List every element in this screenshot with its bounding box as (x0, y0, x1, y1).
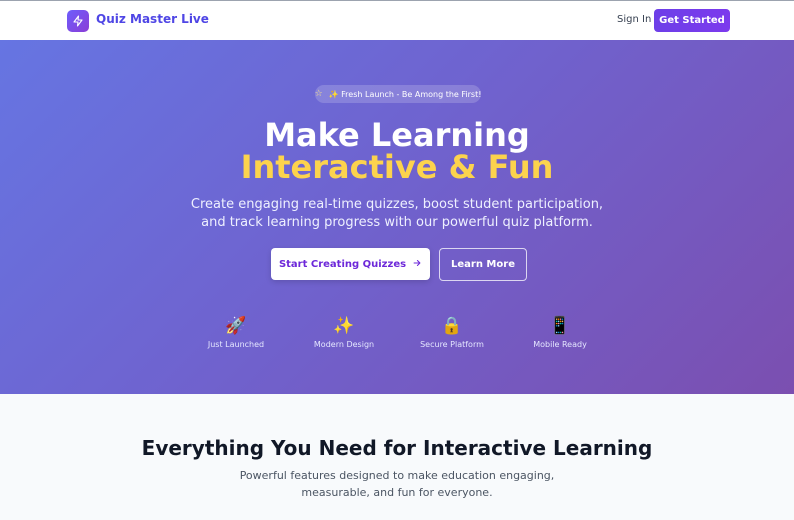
start-creating-quizzes-label: Start Creating Quizzes (278, 258, 407, 270)
sign-in-link[interactable]: Sign In (617, 14, 651, 25)
hero-section: ☆ ✨ Fresh Launch - Be Among the First! M… (0, 40, 794, 394)
hero-title-line2: Interactive & Fun (240, 148, 554, 186)
features-section-subtitle: Powerful features designed to make educa… (239, 469, 555, 499)
features-section-title: Everything You Need for Interactive Lear… (141, 436, 653, 460)
feature-modern-design: ✨ Modern Design (294, 316, 394, 349)
get-started-button[interactable]: Get Started (654, 9, 730, 32)
start-creating-quizzes-button[interactable]: Start Creating Quizzes (271, 248, 430, 280)
mobile-phone-icon: 📱 (549, 316, 571, 336)
feature-just-launched: 🚀 Just Launched (186, 316, 286, 349)
sparkles-icon: ✨ (333, 316, 355, 336)
arrow-right-icon (412, 258, 422, 271)
launch-badge-text: ✨ Fresh Launch - Be Among the First! (328, 89, 482, 99)
feature-mobile-ready: 📱 Mobile Ready (510, 316, 610, 349)
feature-secure-platform: 🔒 Secure Platform (402, 316, 502, 349)
feature-label: Mobile Ready (533, 340, 587, 349)
learn-more-button[interactable]: Learn More (439, 248, 527, 281)
brand-name[interactable]: Quiz Master Live (96, 12, 209, 26)
feature-label: Modern Design (313, 340, 375, 349)
hero-subtitle: Create engaging real-time quizzes, boost… (190, 197, 604, 230)
feature-label: Secure Platform (420, 340, 484, 349)
feature-label: Just Launched (207, 340, 265, 349)
launch-badge: ☆ ✨ Fresh Launch - Be Among the First! (315, 85, 481, 103)
lightning-bolt-icon[interactable] (67, 10, 89, 32)
top-navbar: Quiz Master Live Sign In Get Started (0, 1, 794, 41)
star-icon: ☆ (314, 89, 323, 99)
rocket-icon: 🚀 (225, 316, 247, 336)
lock-icon: 🔒 (441, 316, 463, 336)
